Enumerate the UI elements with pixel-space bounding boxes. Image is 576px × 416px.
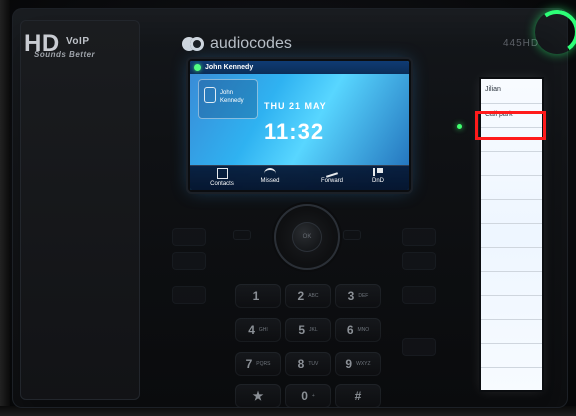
dialpad-key-0-letters: + (311, 393, 315, 399)
navigation-ok-label: OK (302, 234, 312, 240)
dialpad-key-9-letters: WXYZ (356, 361, 371, 367)
softkey-contacts[interactable]: Contacts (196, 168, 248, 188)
dialpad-key-3-digit: 3 (347, 289, 355, 303)
softkey-dnd[interactable]: DnD (352, 168, 404, 188)
dialpad-key-7-letters: PQRS (256, 361, 271, 367)
presence-dot-icon (194, 64, 201, 71)
dialpad-key-7[interactable]: 7 PQRS (235, 352, 281, 376)
audiocodes-mark-icon (182, 37, 204, 51)
right-key-4[interactable] (402, 338, 436, 356)
nav-right-side-button[interactable] (343, 230, 361, 240)
contacts-icon (216, 168, 228, 179)
phone-lcd-screen: John Kennedy John Kennedy THU 21 MAY 11:… (190, 61, 409, 190)
lcd-line-key[interactable]: John Kennedy (198, 79, 258, 119)
dialpad-key-4-digit: 4 (248, 323, 255, 337)
dialpad-key-star[interactable]: ★ (235, 384, 281, 408)
left-key-1[interactable] (172, 228, 206, 246)
function-key-7[interactable] (481, 223, 542, 248)
dialpad-key-9[interactable]: 9 WXYZ (335, 352, 381, 376)
dialpad-key-9-digit: 9 (345, 357, 353, 371)
call-park-highlight-box (475, 111, 546, 140)
dialpad-key-2-digit: 2 (297, 289, 305, 303)
function-key-6[interactable] (481, 199, 542, 224)
navigation-ok-button[interactable]: OK (292, 222, 322, 252)
right-key-2[interactable] (402, 252, 436, 270)
dialpad-key-2[interactable]: 2 ABC (285, 284, 331, 308)
function-key-10[interactable] (481, 295, 542, 320)
audiocodes-logo: audiocodes (182, 34, 292, 54)
function-key-4[interactable] (481, 151, 542, 176)
nav-left-side-button[interactable] (233, 230, 251, 240)
dialpad-key-hash[interactable]: # (335, 384, 381, 408)
right-key-3[interactable] (402, 286, 436, 304)
right-key-1[interactable] (402, 228, 436, 246)
hd-voip-logo: HD VoIP Sounds Better (24, 30, 144, 64)
dialpad-key-3[interactable]: 3 DEF (335, 284, 381, 308)
dialpad-key-5[interactable]: 5 JKL (285, 318, 331, 342)
dialpad-key-2-letters: ABC (308, 293, 319, 299)
function-key-1[interactable]: Jilian (481, 79, 542, 103)
left-key-3[interactable] (172, 286, 206, 304)
softkey-forward-label: Forward (320, 178, 343, 184)
hd-logo-tag: VoIP (66, 36, 90, 47)
dialpad-key-7-digit: 7 (245, 357, 253, 371)
dialpad-key-3-letters: DEF (358, 293, 369, 299)
line-key-handset-icon (204, 87, 216, 103)
function-key-9[interactable] (481, 271, 542, 296)
dialpad-key-4[interactable]: 4 GHI (235, 318, 281, 342)
function-key-13[interactable] (481, 367, 542, 392)
lcd-date: THU 21 MAY (264, 101, 327, 111)
dnd-icon (373, 168, 383, 176)
lcd-top-line-name: John Kennedy (205, 64, 254, 71)
left-key-2[interactable] (172, 252, 206, 270)
lcd-softkey-bar: Contacts Missed Forward DnD (190, 165, 409, 190)
softkey-contacts-label: Contacts (210, 181, 234, 187)
dialpad-key-8[interactable]: 8 TUV (285, 352, 331, 376)
function-key-11[interactable] (481, 319, 542, 344)
audiocodes-text: audiocodes (210, 35, 292, 52)
dialpad-key-6-letters: MNO (357, 327, 370, 333)
lcd-status-bar: John Kennedy (190, 61, 409, 74)
phone-model-label: 445HD (503, 38, 540, 49)
softkey-missed[interactable]: Missed (244, 168, 296, 188)
dialpad-key-5-letters: JKL (309, 327, 318, 333)
photo-border-left (0, 0, 10, 416)
dialpad-key-6[interactable]: 6 MNO (335, 318, 381, 342)
dialpad-key-8-digit: 8 (297, 357, 305, 371)
softkey-dnd-label: DnD (371, 178, 384, 184)
dialpad-key-1[interactable]: 1 (235, 284, 281, 308)
dialpad-key-4-letters: GHI (258, 327, 268, 333)
forward-icon (325, 172, 339, 178)
function-key-1-label: Jilian (485, 86, 501, 93)
dialpad-key-1-digit: 1 (252, 289, 260, 303)
dialpad-key-0-digit: 0 (301, 389, 308, 403)
function-key-8[interactable] (481, 247, 542, 272)
function-key-5[interactable] (481, 175, 542, 200)
dialpad-key-0[interactable]: 0 + (285, 384, 331, 408)
line-key-label: John Kennedy (220, 90, 244, 104)
dialpad-key-star-digit: ★ (252, 389, 264, 403)
function-key-led-icon (457, 124, 462, 129)
hd-logo-subtitle: Sounds Better (34, 50, 96, 59)
function-key-12[interactable] (481, 343, 542, 368)
missed-icon (264, 168, 276, 176)
phone-left-panel (20, 20, 140, 400)
dialpad-key-hash-digit: # (354, 389, 362, 403)
softkey-missed-label: Missed (260, 178, 280, 184)
dialpad-key-8-letters: TUV (308, 361, 319, 367)
dialpad-key-6-digit: 6 (346, 323, 354, 337)
softkey-forward[interactable]: Forward (306, 168, 358, 188)
lcd-time: 11:32 (264, 119, 325, 144)
dialpad-key-5-digit: 5 (298, 323, 306, 337)
